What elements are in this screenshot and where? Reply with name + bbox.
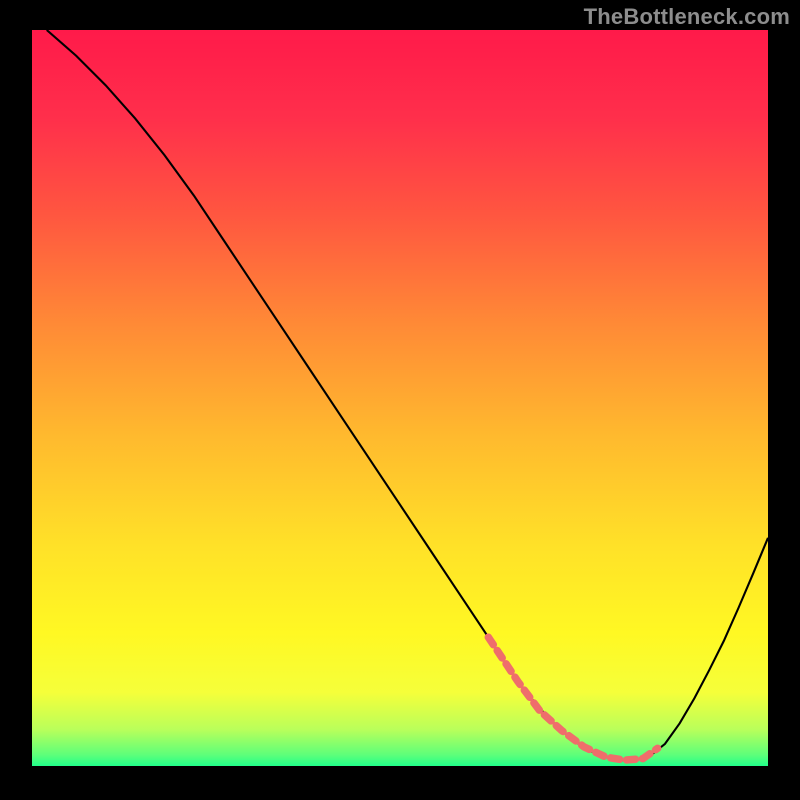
- chart-frame: TheBottleneck.com: [0, 0, 800, 800]
- gradient-background: [32, 30, 768, 766]
- watermark-text: TheBottleneck.com: [584, 4, 790, 30]
- chart-svg: [32, 30, 768, 766]
- plot-area: [32, 30, 768, 766]
